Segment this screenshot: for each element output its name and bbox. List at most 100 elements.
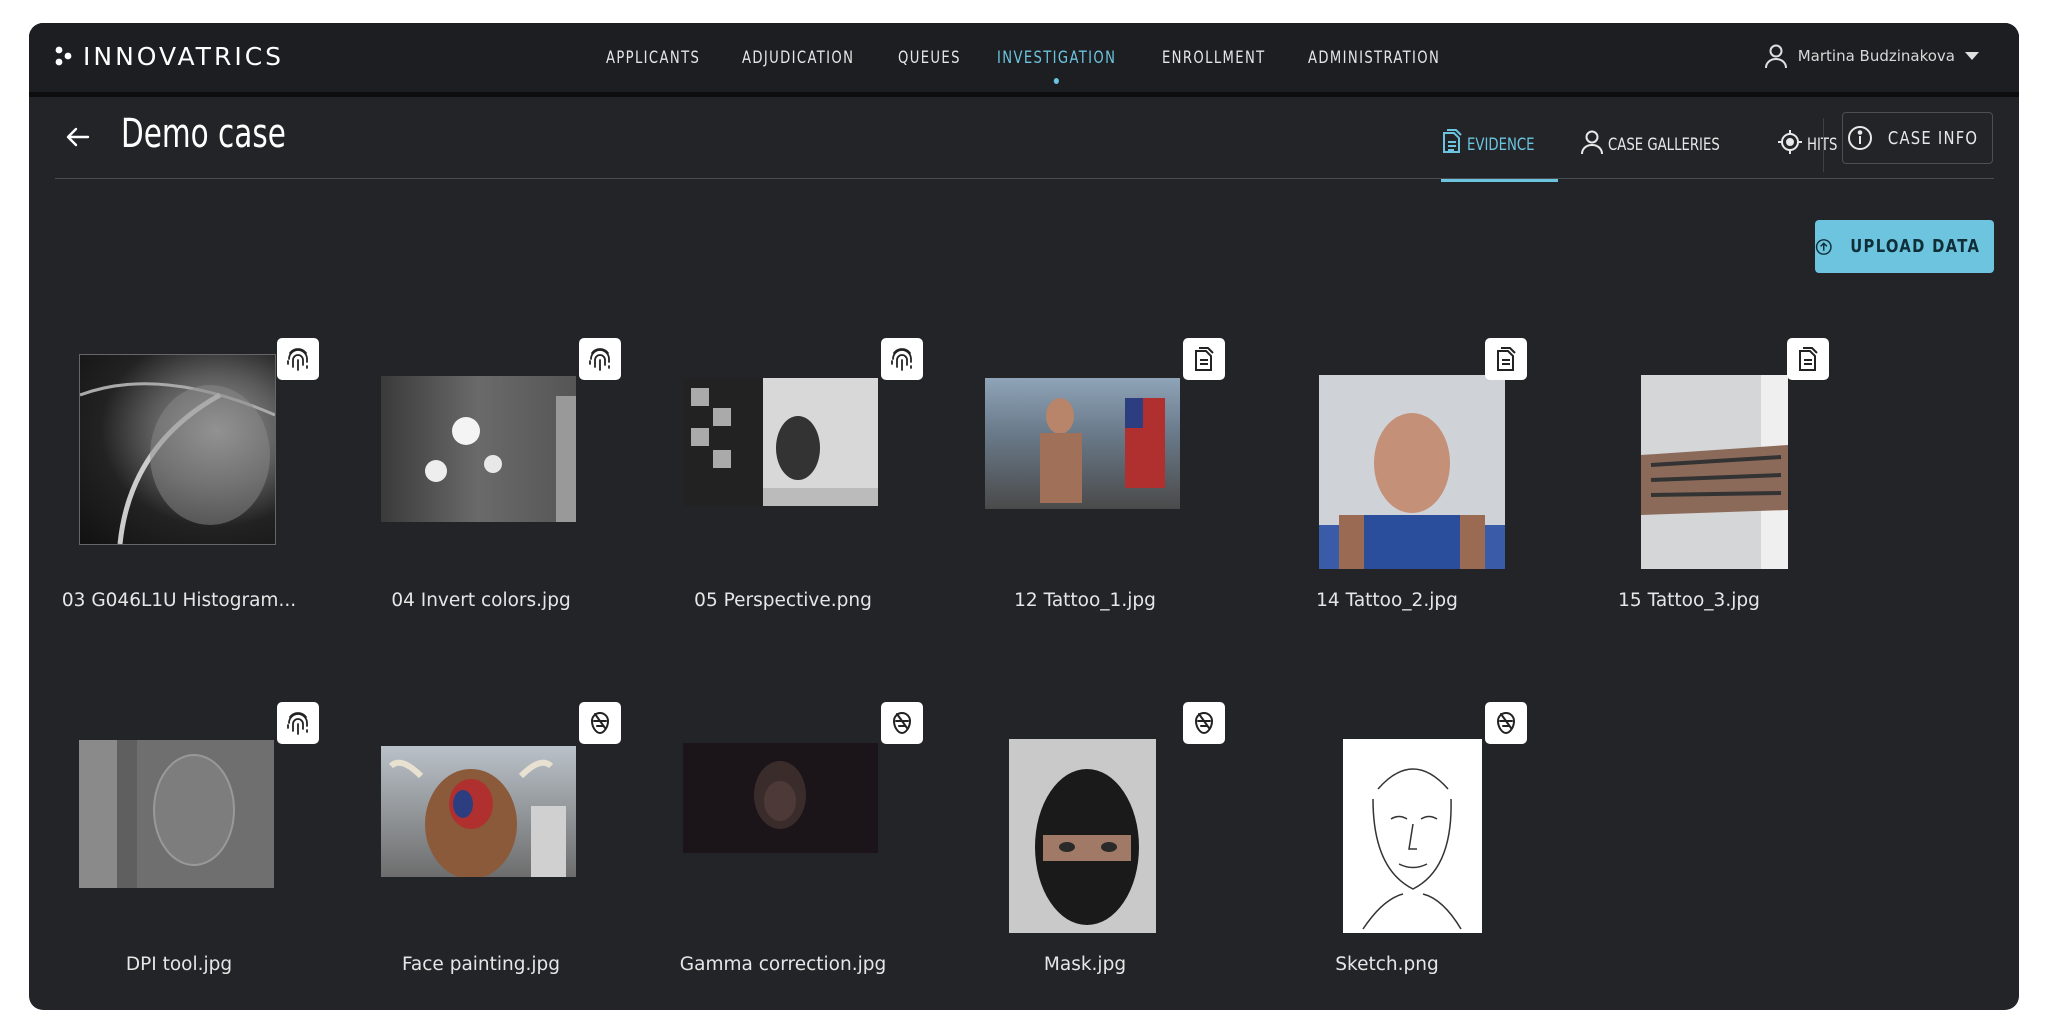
evidence-item[interactable]: Gamma correction.jpg [680, 702, 923, 975]
evidence-item[interactable]: Mask.jpg [985, 702, 1225, 975]
face-badge [1183, 702, 1225, 744]
evidence-item[interactable]: 04 Invert colors.jpg [381, 338, 621, 611]
logo-text: INNOVATRICS [83, 41, 285, 71]
user-name: Martina Budzinakova [1797, 47, 1955, 65]
face-icon [1194, 712, 1214, 735]
inverted-fingerprint-image [425, 396, 576, 522]
evidence-name: DPI tool.jpg [125, 954, 233, 975]
evidence-name: 04 Invert colors.jpg [391, 590, 571, 611]
document-icon [1195, 347, 1214, 371]
evidence-name: Gamma correction.jpg [679, 954, 887, 975]
evidence-item[interactable]: Sketch.png [1287, 702, 1527, 975]
document-icon [1443, 129, 1462, 153]
evidence-thumbnail [683, 743, 878, 853]
header-divider [55, 178, 1994, 179]
nav-investigation-label: INVESTIGATION [997, 47, 1117, 68]
evidence-name: Face painting.jpg [401, 954, 561, 975]
nav-administration[interactable]: ADMINISTRATION [1308, 48, 1440, 68]
upload-icon [1815, 238, 1832, 255]
evidence-thumbnail [381, 376, 576, 522]
tab-case-galleries[interactable]: CASE GALLERIES [1580, 127, 1751, 175]
evidence-thumbnail [683, 378, 878, 506]
fingerprint-photo-image [80, 382, 275, 544]
evidence-name: 03 G046L1U Histogram... [61, 590, 297, 611]
evidence-item[interactable]: 15 Tattoo_3.jpg [1589, 338, 1829, 611]
evidence-thumbnail [985, 378, 1180, 509]
evidence-name: 12 Tattoo_1.jpg [1014, 590, 1156, 611]
logo-dots-icon [55, 46, 72, 66]
evidence-thumbnail [1343, 739, 1482, 933]
evidence-thumbnail [1009, 739, 1156, 933]
evidence-item[interactable]: DPI tool.jpg [79, 702, 319, 975]
nav-investigation[interactable]: INVESTIGATION [997, 47, 1117, 84]
face-badge [881, 702, 923, 744]
fingerprint-badge [881, 338, 923, 380]
brand-logo[interactable]: INNOVATRICS [55, 41, 284, 71]
fingerprint-badge [277, 702, 319, 744]
case-info-button[interactable]: CASE INFO [1842, 112, 1993, 164]
face-icon [892, 712, 912, 735]
page-title: Demo case [121, 111, 286, 157]
active-indicator-dot [1054, 77, 1060, 84]
evidence-name: 14 Tattoo_2.jpg [1316, 590, 1458, 611]
nav-enrollment[interactable]: ENROLLMENT [1162, 48, 1266, 68]
evidence-item[interactable]: 05 Perspective.png [683, 338, 923, 611]
mask-face-photo-image [1009, 739, 1156, 933]
evidence-thumbnail [1319, 375, 1505, 569]
info-icon [1848, 126, 1873, 150]
perspective-fingerprint-image [683, 378, 878, 506]
fingerprint-icon [589, 348, 610, 371]
case-info-label: CASE INFO [1888, 127, 1979, 149]
evidence-name: Sketch.png [1335, 954, 1439, 975]
face-badge [1485, 702, 1527, 744]
face-painting-photo-image [388, 759, 566, 877]
tab-evidence[interactable]: EVIDENCE [1441, 127, 1558, 182]
top-navigation-bar: INNOVATRICS APPLICANTS ADJUDICATION QUEU… [29, 23, 2019, 97]
fingerprint-icon [287, 712, 308, 735]
face-icon [590, 712, 610, 735]
nav-adjudication[interactable]: ADJUDICATION [742, 48, 854, 68]
upload-data-button[interactable]: UPLOAD DATA [1815, 220, 1994, 273]
face-badge [579, 702, 621, 744]
gamma-correction-face-image [754, 761, 806, 829]
fingerprint-icon [891, 348, 912, 371]
upload-data-label: UPLOAD DATA [1849, 236, 1980, 257]
nav-applicants[interactable]: APPLICANTS [606, 48, 700, 68]
header-separator [1823, 118, 1824, 172]
tab-evidence-label: EVIDENCE [1467, 135, 1535, 155]
evidence-name: Mask.jpg [1043, 954, 1127, 975]
document-icon [1497, 347, 1516, 371]
tattoo-arm-photo-image [1641, 375, 1788, 569]
tattoo-person-photo-image [1040, 398, 1165, 503]
evidence-thumbnail [79, 740, 274, 888]
target-icon [1777, 130, 1802, 154]
document-badge [1485, 338, 1527, 380]
evidence-name: 15 Tattoo_3.jpg [1618, 590, 1760, 611]
sketch-face-image [1362, 768, 1462, 930]
chevron-down-icon [1965, 52, 1979, 60]
back-arrow-icon[interactable] [62, 121, 94, 153]
fingerprint-icon [287, 348, 308, 371]
main-nav: APPLICANTS ADJUDICATION QUEUES INVESTIGA… [606, 23, 1488, 92]
evidence-item[interactable]: 12 Tattoo_1.jpg [985, 338, 1225, 611]
document-icon [1799, 347, 1818, 371]
evidence-thumbnail [79, 354, 276, 545]
app-window: INNOVATRICS APPLICANTS ADJUDICATION QUEU… [29, 23, 2019, 1010]
document-badge [1183, 338, 1225, 380]
case-tabs: EVIDENCE CASE GALLERIES HITS [1441, 127, 1872, 182]
nav-queues[interactable]: QUEUES [898, 48, 961, 68]
face-icon [1496, 712, 1516, 735]
tab-hits[interactable]: HITS [1777, 127, 1846, 175]
fingerprint-badge [579, 338, 621, 380]
user-icon [1764, 44, 1787, 69]
document-badge [1787, 338, 1829, 380]
evidence-thumbnail [381, 746, 576, 877]
evidence-thumbnail [1641, 375, 1788, 569]
evidence-item[interactable]: Face painting.jpg [381, 702, 621, 975]
tab-case-galleries-label: CASE GALLERIES [1607, 135, 1720, 155]
person-icon [1580, 130, 1603, 155]
evidence-item[interactable]: 03 G046L1U Histogram... [62, 338, 319, 611]
evidence-item[interactable]: 14 Tattoo_2.jpg [1287, 338, 1527, 611]
fingerprint-badge [277, 338, 319, 380]
user-menu[interactable]: Martina Budzinakova [1764, 43, 1979, 69]
